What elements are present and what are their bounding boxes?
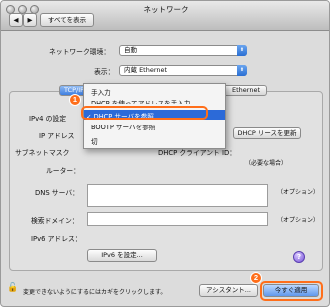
popup-arrows-icon: ⬍ [237, 65, 247, 76]
dns-server-field[interactable] [87, 184, 268, 207]
ip-address-label: IP アドレス [39, 132, 75, 140]
show-value: 内蔵 Ethernet [124, 66, 168, 74]
dhcp-renew-button[interactable]: DHCP リースを更新 [233, 127, 301, 139]
subnet-mask-label: サブネットマスク [15, 149, 70, 157]
annotation-ring-1 [81, 106, 208, 120]
router-label: ルーター： [46, 167, 80, 175]
lock-help-text: 変更できないようにするにはカギをクリックします。 [23, 289, 167, 296]
menu-item-off[interactable]: 切 [91, 136, 98, 146]
menu-item-manual[interactable]: 手入力 [91, 87, 111, 97]
forward-button[interactable]: ▶ [23, 13, 37, 27]
search-domain-field[interactable] [87, 212, 268, 226]
search-optional-note: （オプション） [277, 217, 320, 224]
network-env-value: 自動 [124, 46, 137, 54]
network-env-label: ネットワーク環境： [49, 48, 111, 56]
network-preferences-window: ネットワーク ◀ ▶ すべてを表示 ネットワーク環境： 自動 ⬍ 表示： 内蔵 … [0, 0, 330, 307]
ipv4-config-label: IPv4 の設定 [29, 115, 67, 123]
back-button[interactable]: ◀ [9, 13, 23, 27]
lock-icon[interactable]: 🔓 [7, 283, 18, 293]
show-popup[interactable]: 内蔵 Ethernet ⬍ [119, 65, 247, 76]
help-icon[interactable]: ? [293, 251, 305, 263]
configure-ipv6-button[interactable]: IPv6 を設定... [87, 249, 157, 262]
assistant-button[interactable]: アシスタント... [199, 284, 258, 297]
title-bar: ネットワーク ◀ ▶ すべてを表示 [1, 1, 329, 31]
network-env-popup[interactable]: 自動 ⬍ [119, 45, 247, 56]
show-all-button[interactable]: すべてを表示 [40, 13, 94, 27]
dns-optional-note: （オプション） [277, 189, 320, 196]
annotation-badge-2: 2 [250, 272, 262, 284]
annotation-badge-1: 1 [69, 94, 81, 106]
annotation-ring-2 [260, 281, 323, 301]
required-note: （必要な場合） [245, 160, 288, 167]
ipv6-address-label: IPv6 アドレス： [31, 235, 82, 243]
dns-server-label: DNS サーバ： [35, 189, 79, 197]
search-domain-label: 検索ドメイン： [31, 217, 79, 225]
show-label: 表示： [94, 68, 115, 76]
tab-ethernet[interactable]: Ethernet [225, 85, 267, 96]
popup-arrows-icon: ⬍ [237, 45, 247, 56]
menu-item-bootp[interactable]: BOOTP サーバを参照 [91, 125, 155, 131]
